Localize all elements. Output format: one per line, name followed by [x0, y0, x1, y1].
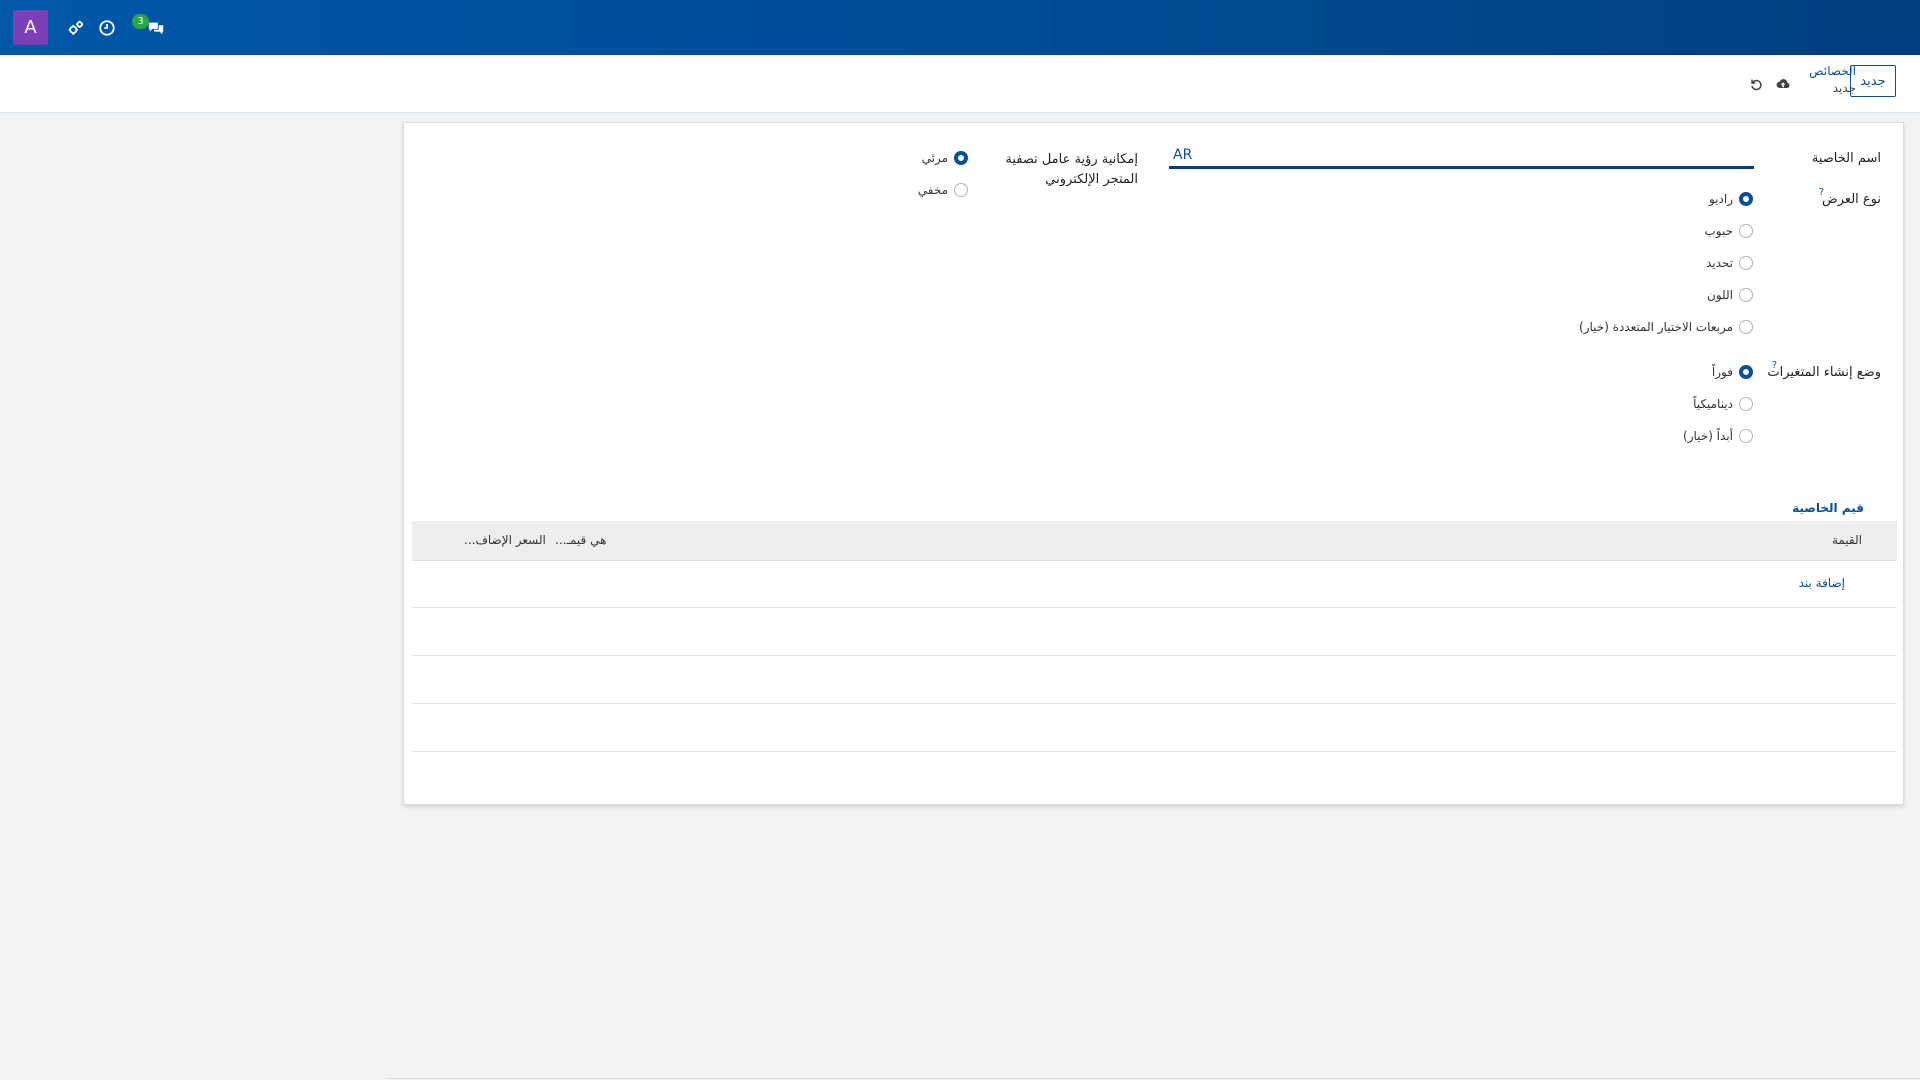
variant-mode-option-dynamically[interactable]: ديناميكياً [1693, 397, 1753, 411]
radio-selected-icon[interactable] [1739, 192, 1753, 206]
table-row [412, 657, 1897, 704]
radio-icon[interactable] [1739, 320, 1753, 334]
column-value-header[interactable]: القيمة [1832, 533, 1862, 547]
display-type-label: نوع العرض [1822, 192, 1881, 207]
attribute-name-input[interactable]: AR [1169, 145, 1754, 169]
control-panel: جديد الخصائص جديد [0, 55, 1920, 113]
display-type-help-icon[interactable]: ? [1819, 187, 1824, 198]
display-type-option-color[interactable]: اللون [1707, 288, 1753, 302]
top-navbar: A 3 [0, 0, 1920, 55]
clock-icon[interactable] [96, 17, 118, 39]
ecommerce-filter-visibility-label: إمكانية رؤية عامل تصفية المتجر الإلكترون… [1005, 152, 1138, 187]
breadcrumb: الخصائص جديد [1796, 63, 1856, 97]
undo-icon[interactable] [1747, 75, 1765, 93]
radio-icon[interactable] [1739, 429, 1753, 443]
display-type-option-pills[interactable]: حبوب [1704, 224, 1753, 238]
radio-icon[interactable] [1739, 256, 1753, 270]
page-bottom-divider [388, 1078, 1920, 1079]
variant-creation-mode-label: وضع إنشاء المتغيرات [1767, 365, 1881, 380]
column-is-custom-header[interactable]: هي قيمـ... [555, 533, 606, 547]
add-line-link[interactable]: إضافة بند [1799, 576, 1845, 590]
visibility-option-hidden[interactable]: مخفي [918, 183, 968, 197]
radio-selected-icon[interactable] [954, 151, 968, 165]
breadcrumb-current: جديد [1832, 81, 1856, 95]
breadcrumb-parent-link[interactable]: الخصائص [1796, 63, 1856, 80]
display-type-option-select[interactable]: تحديد [1706, 256, 1753, 270]
cloud-upload-icon[interactable] [1774, 75, 1792, 93]
column-extra-price-header[interactable]: السعر الإضاف... [464, 533, 546, 547]
table-row [412, 609, 1897, 656]
variant-mode-help-icon[interactable]: ? [1772, 360, 1777, 371]
new-button[interactable]: جديد [1850, 65, 1896, 97]
values-table-header: القيمة هي قيمـ... السعر الإضاف... [412, 521, 1897, 561]
message-count-badge: 3 [132, 14, 149, 29]
attribute-name-label: اسم الخاصية [1811, 151, 1881, 166]
radio-selected-icon[interactable] [1739, 365, 1753, 379]
radio-icon[interactable] [954, 183, 968, 197]
display-type-option-radio[interactable]: راديو [1709, 192, 1753, 206]
radio-icon[interactable] [1739, 397, 1753, 411]
radio-icon[interactable] [1739, 224, 1753, 238]
radio-icon[interactable] [1739, 288, 1753, 302]
visibility-option-visible[interactable]: مرئي [922, 151, 968, 165]
table-row [412, 705, 1897, 752]
variant-mode-option-instantly[interactable]: فوراً [1712, 365, 1753, 379]
display-type-option-multi-checkbox[interactable]: مربعات الاختيار المتعددة (خيار) [1579, 320, 1753, 334]
user-avatar[interactable]: A [13, 10, 48, 45]
settings-cog-icon[interactable] [65, 17, 87, 39]
table-row: إضافة بند [412, 561, 1897, 608]
attribute-form-sheet: اسم الخاصية AR نوع العرض ? راديو حبوب تح… [403, 122, 1904, 805]
variant-mode-option-never[interactable]: أبداً (خيار) [1683, 429, 1753, 443]
